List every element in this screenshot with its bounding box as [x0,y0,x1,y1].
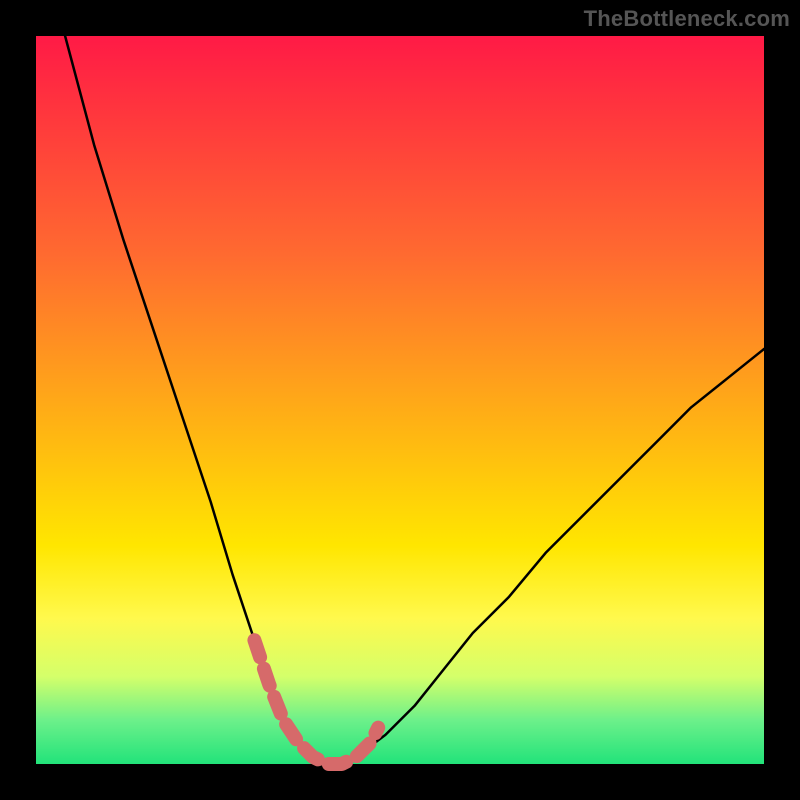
chart-frame: TheBottleneck.com [0,0,800,800]
bottleneck-curve [65,36,764,764]
curve-svg [36,36,764,764]
watermark-text: TheBottleneck.com [584,6,790,32]
plot-area [36,36,764,764]
highlight-segment [254,640,378,764]
